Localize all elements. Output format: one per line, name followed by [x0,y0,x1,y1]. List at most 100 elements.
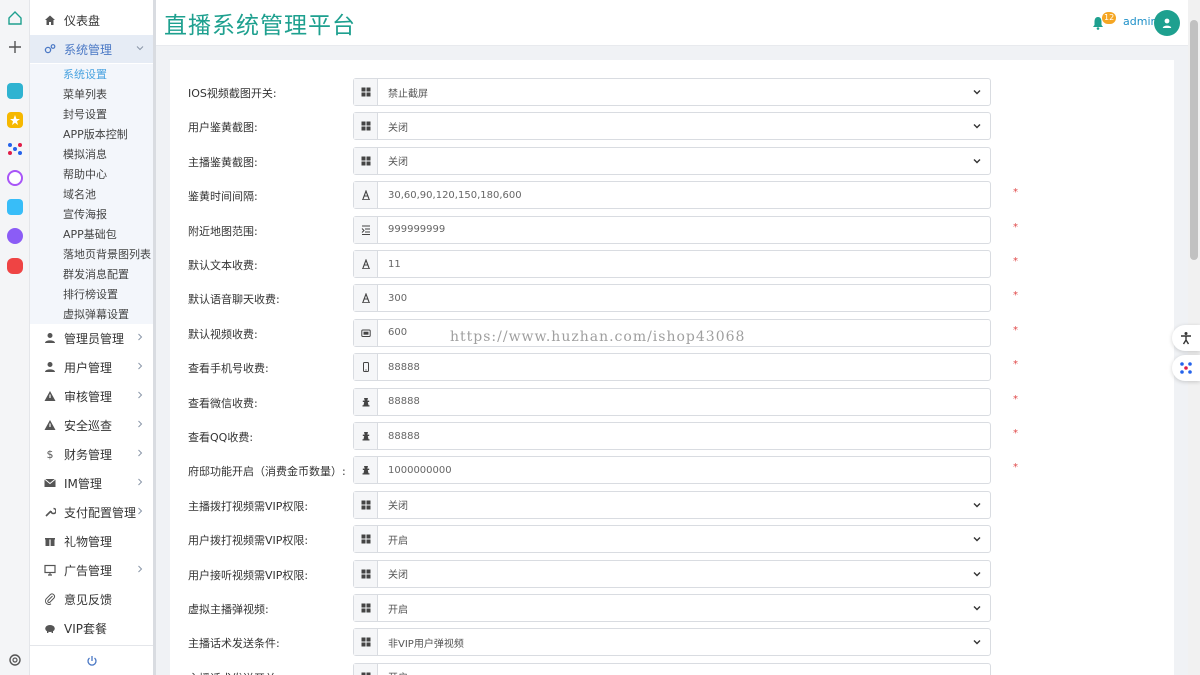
sidebar-item-payment-config[interactable]: 支付配置管理 [30,498,153,526]
setting-input[interactable]: 1000000000 [353,456,991,485]
network-app-icon[interactable] [7,141,23,157]
top-header: 直播系统管理平台 12 admin [156,0,1188,46]
field-label: 默认语音聊天收费: [188,293,280,307]
setting-input[interactable]: 300 [353,284,991,313]
dollar-icon: $ [46,447,54,461]
setting-input[interactable]: 30,60,90,120,150,180,600 [353,181,991,210]
form-row: 用户接听视频需VIP权限: 关闭 [170,559,1174,588]
network-float-button[interactable] [1172,355,1200,381]
grid-icon [354,629,378,656]
sidebar-scrollbar[interactable] [153,0,156,675]
star-app-icon[interactable] [7,112,23,128]
submenu-item-app-base-package[interactable]: APP基础包 [30,224,153,244]
sidebar-item-dashboard[interactable]: 仪表盘 [30,6,153,34]
field-label: 府邸功能开启（消费金币数量）: [188,465,346,479]
required-marker: * [1013,359,1018,371]
home-outline-icon[interactable] [7,10,23,26]
sidebar-item-system-management[interactable]: 系统管理 [30,35,153,63]
phone-icon [354,354,378,381]
field-label: 查看微信收费: [188,396,258,410]
form-row: 附近地图范围: 999999999 * [170,215,1174,244]
field-label: 主播话术发送条件: [188,637,280,651]
field-value: 关闭 [388,501,408,513]
setting-input[interactable]: 88888 [353,387,991,416]
submenu-item-system-settings[interactable]: 系统设置 [30,64,153,84]
setting-select[interactable]: 开启 [353,525,991,554]
paperclip-icon [44,593,56,605]
form-row: 默认文本收费: 11 * [170,250,1174,278]
app-shortcut-icon-1[interactable] [7,83,23,99]
field-value: 30,60,90,120,150,180,600 [388,189,522,201]
setting-select[interactable]: 关闭 [353,559,991,588]
ai-ring-app-icon[interactable] [7,170,23,186]
submenu-item-virtual-danmaku[interactable]: 虚拟弹幕设置 [30,304,153,324]
chevron-right-icon [138,478,143,486]
sidebar-item-label: 审核管理 [64,389,113,404]
grid-icon [354,595,378,621]
submenu-item-mock-messages[interactable]: 模拟消息 [30,144,153,164]
ai-app-icon[interactable] [7,199,23,215]
warning-icon [44,419,56,431]
chat-app-icon[interactable] [7,228,23,244]
setting-input[interactable]: 88888 [353,353,991,382]
setting-select[interactable]: 开启 [353,594,991,622]
setting-input[interactable]: 999999999 [353,215,991,244]
sidebar-footer [30,645,153,675]
submenu-item-posters[interactable]: 宣传海报 [30,204,153,224]
submenu-item-leaderboard-settings[interactable]: 排行榜设置 [30,284,153,304]
required-marker: * [1013,221,1018,233]
field-value: 关闭 [388,570,408,582]
sidebar-item-label: 支付配置管理 [64,505,137,520]
username-link[interactable]: admin [1123,15,1157,28]
setting-input[interactable]: 88888 [353,422,991,450]
submenu-item-app-version[interactable]: APP版本控制 [30,124,153,144]
sidebar-item-admin-management[interactable]: 管理员管理 [30,324,153,352]
sidebar-item-vip-packages[interactable]: VIP套餐 [30,614,153,642]
chevron-right-icon [138,420,143,428]
game-app-icon[interactable] [7,258,23,274]
sidebar-item-feedback[interactable]: 意见反馈 [30,585,153,613]
field-label: 默认文本收费: [188,259,258,272]
setting-input[interactable]: 11 [353,250,991,278]
sidebar-item-ad-management[interactable]: 广告管理 [30,556,153,584]
sidebar-item-finance-management[interactable]: $ 财务管理 [30,440,153,468]
indent-icon [354,216,378,243]
required-marker: * [1013,393,1018,405]
form-row: 主播话术发送条件: 非VIP用户弹视频 [170,628,1174,657]
sidebar-item-security-patrol[interactable]: 安全巡查 [30,411,153,439]
setting-select[interactable]: 禁止截屏 [353,78,991,106]
user-icon [44,332,56,344]
submenu-item-menu-list[interactable]: 菜单列表 [30,84,153,104]
accessibility-float-button[interactable] [1172,325,1200,351]
required-marker: * [1013,462,1018,474]
submenu-item-ban-settings[interactable]: 封号设置 [30,104,153,124]
plus-icon[interactable] [7,39,23,55]
chevron-down-icon [973,158,981,164]
submenu-item-help-center[interactable]: 帮助中心 [30,164,153,184]
field-label: 查看手机号收费: [188,362,269,376]
power-icon[interactable] [86,655,98,667]
setting-select[interactable]: 关闭 [353,490,991,519]
form-row: 查看手机号收费: 88888 * [170,353,1174,382]
sidebar-item-label: 系统管理 [64,42,113,57]
scrollbar-thumb[interactable] [1190,20,1198,260]
setting-select[interactable]: 关闭 [353,146,991,175]
setting-select[interactable]: 非VIP用户弹视频 [353,628,991,657]
settings-gear-icon[interactable] [7,652,23,668]
submenu-item-domain-pool[interactable]: 域名池 [30,184,153,204]
setting-select[interactable]: 关闭 [353,112,991,141]
sidebar-item-user-management[interactable]: 用户管理 [30,353,153,381]
text-icon [354,251,378,277]
sidebar-item-review-management[interactable]: 审核管理 [30,382,153,410]
submenu-item-broadcast-messages[interactable]: 群发消息配置 [30,264,153,284]
sidebar-item-gift-management[interactable]: 礼物管理 [30,527,153,555]
setting-select[interactable]: 开启 [353,662,991,675]
avatar[interactable] [1154,10,1180,36]
field-label: 附近地图范围: [188,224,258,238]
sidebar-item-im-management[interactable]: IM管理 [30,469,153,497]
accessibility-icon [1181,332,1191,345]
submenu-item-landing-backgrounds[interactable]: 落地页背景图列表 [30,244,153,264]
field-value: 关闭 [388,122,408,134]
user-icon [44,361,56,373]
chevron-right-icon [138,362,143,370]
